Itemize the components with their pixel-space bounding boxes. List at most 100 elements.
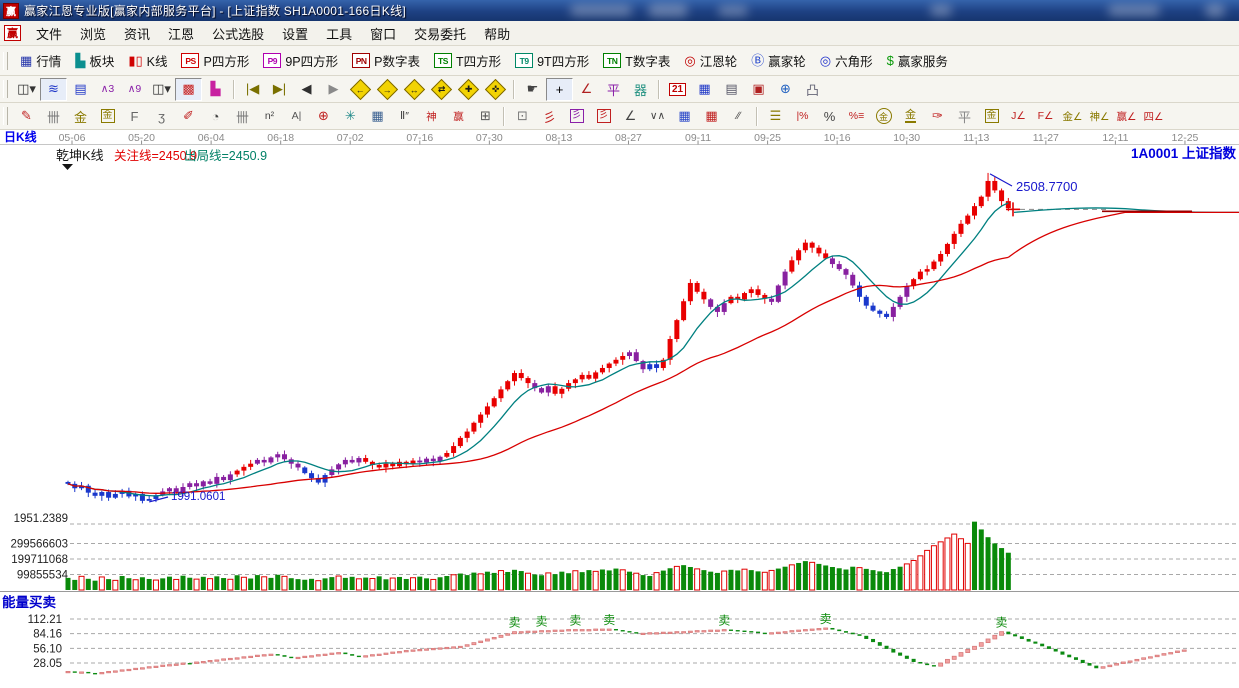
zigzag-overlay-button[interactable]: ≋ [40,78,67,101]
t-square-button[interactable]: TST四方形 [427,49,508,72]
gann-box-button[interactable]: 器 [627,78,654,101]
date-tick-label: 10-30 [893,132,920,144]
brush-tool[interactable]: ✑ [924,105,951,128]
shen-lines-tool[interactable]: 神 [418,105,445,128]
gold-split2-tool[interactable]: 金 [94,105,121,128]
gann-wheel-button[interactable]: ◎江恩轮 [677,49,744,72]
quotes-button[interactable]: ▦行情 [13,49,68,72]
zoom-out-diamond-button[interactable]: ✜ [482,78,509,101]
crosshair-button[interactable]: + [546,78,573,101]
red-fan-box-tool[interactable]: 彡 [590,105,617,128]
menu-item-3[interactable]: 江恩 [159,22,203,45]
period-selector-button[interactable]: ◫▾ [13,78,40,101]
menu-item-1[interactable]: 浏览 [71,22,115,45]
roman-count-tool[interactable]: Ⅱ″ [391,105,418,128]
gold-box2-tool[interactable]: 金 [978,105,1005,128]
chart-canvas[interactable]: 05-0605-2006-0406-1807-0207-1607-3008-13… [0,130,1239,683]
menu-item-0[interactable]: 文件 [27,22,71,45]
volume-bar [931,546,936,590]
f-angle-tool[interactable]: F∠ [1032,105,1059,128]
wave-3-button[interactable]: ∧3 [94,78,121,101]
web-button[interactable]: ⊕ [772,78,799,101]
p-square-button[interactable]: PSP四方形 [174,49,256,72]
box-corner-tool[interactable]: ⊡ [509,105,536,128]
hash-tool[interactable]: 卌 [229,105,256,128]
gold-split-tool[interactable]: 金 [67,105,94,128]
j-angle-tool[interactable]: J∠ [1005,105,1032,128]
save-button[interactable]: ▣ [745,78,772,101]
wave-avg-tool[interactable]: 平 [951,105,978,128]
percent-tool[interactable]: % [816,105,843,128]
print-button[interactable]: 凸 [799,78,826,101]
wave-check-tool[interactable]: ∨∧ [644,105,671,128]
percent-line-tool[interactable]: |% [789,105,816,128]
pattern-overlay-button[interactable]: ▩ [175,78,202,101]
expand-diamond-button[interactable]: ↔ [401,78,428,101]
menu-item-4[interactable]: 公式选股 [203,22,273,45]
angle-a-tool[interactable]: A| [283,105,310,128]
shift-right-diamond-button[interactable]: → [374,78,401,101]
9p-square-button[interactable]: P99P四方形 [256,49,345,72]
gold-line-tool[interactable]: 金 [897,105,924,128]
menu-item-6[interactable]: 工具 [317,22,361,45]
star-web-tool[interactable]: ✳ [337,105,364,128]
gold-circle-tool[interactable]: 金 [870,105,897,128]
menu-item-2[interactable]: 资讯 [115,22,159,45]
menu-item-8[interactable]: 交易委托 [405,22,475,45]
next-page-button[interactable]: ▶ [320,78,347,101]
volume-bar [235,575,240,590]
grid-lines-tool[interactable]: 卌 [40,105,67,128]
wave-9-button[interactable]: ∧9 [121,78,148,101]
candle-type-button[interactable]: ◫▾ [148,78,175,101]
last-page-button[interactable]: ▶| [266,78,293,101]
angle-fan-tool[interactable]: ∠ [617,105,644,128]
menu-item-5[interactable]: 设置 [273,22,317,45]
shen-angle-tool[interactable]: 神∠ [1086,105,1113,128]
t-number-table-button[interactable]: TNT数字表 [596,49,677,72]
pan-hand-button[interactable]: ☛ [519,78,546,101]
histogram-button[interactable]: ▙ [202,78,229,101]
red-marker-tool[interactable]: ✐ [175,105,202,128]
price-ladder-tool[interactable]: ☰ [762,105,789,128]
winner-service-button[interactable]: $赢家服务 [880,49,955,72]
notepad-button[interactable]: ▤ [718,78,745,101]
hexagon-button[interactable]: ◎六角形 [813,49,880,72]
percent-levels-tool[interactable]: %≡ [843,105,870,128]
winner-wheel-button[interactable]: Ⓑ赢家轮 [744,49,813,72]
circle-cross-tool[interactable]: ⊕ [310,105,337,128]
calendar-button[interactable]: 21 [664,78,691,101]
red-fan-tool[interactable]: 彡 [536,105,563,128]
first-page-button[interactable]: |◀ [239,78,266,101]
compress-diamond-button[interactable]: ⇄ [428,78,455,101]
9t-square-button[interactable]: T99T四方形 [508,49,596,72]
time-circle-tool[interactable]: ◔ [202,105,229,128]
sectors-button[interactable]: ▙板块 [68,49,121,72]
n-square-tool[interactable]: n² [256,105,283,128]
calculator-button[interactable]: ▦ [691,78,718,101]
menu-item-7[interactable]: 窗口 [361,22,405,45]
prev-page-button[interactable]: ◀ [293,78,320,101]
f-lines-tool[interactable]: F [121,105,148,128]
blue-grid-tool[interactable]: ▦ [671,105,698,128]
grid-123-tool[interactable]: ⊞ [472,105,499,128]
gold-angle-tool[interactable]: 金∠ [1059,105,1086,128]
candle-body [647,364,652,369]
si-angle-tool[interactable]: 四∠ [1140,105,1167,128]
trendline-button[interactable]: ∠ [573,78,600,101]
menu-item-9[interactable]: 帮助 [475,22,519,45]
ying-angle-tool[interactable]: 赢∠ [1113,105,1140,128]
detail-list-button[interactable]: ▤ [67,78,94,101]
red-grid-tool[interactable]: ▦ [698,105,725,128]
zoom-in-diamond-button[interactable]: ✚ [455,78,482,101]
gann-grid-button[interactable]: 平 [600,78,627,101]
p-number-table-button[interactable]: PNP数字表 [345,49,427,72]
parallel-lines-tool[interactable]: ∕∕ [725,105,752,128]
titlebar-smudge [570,5,632,16]
kline-button[interactable]: ▮▯K线 [121,49,174,72]
ying-box-tool[interactable]: 赢 [445,105,472,128]
spiral-tool[interactable]: ʒ [148,105,175,128]
purple-fan-box-tool[interactable]: 彡 [563,105,590,128]
red-pen-tool[interactable]: ✎ [13,105,40,128]
shift-left-diamond-button[interactable]: ← [347,78,374,101]
square-web-tool[interactable]: ▦ [364,105,391,128]
